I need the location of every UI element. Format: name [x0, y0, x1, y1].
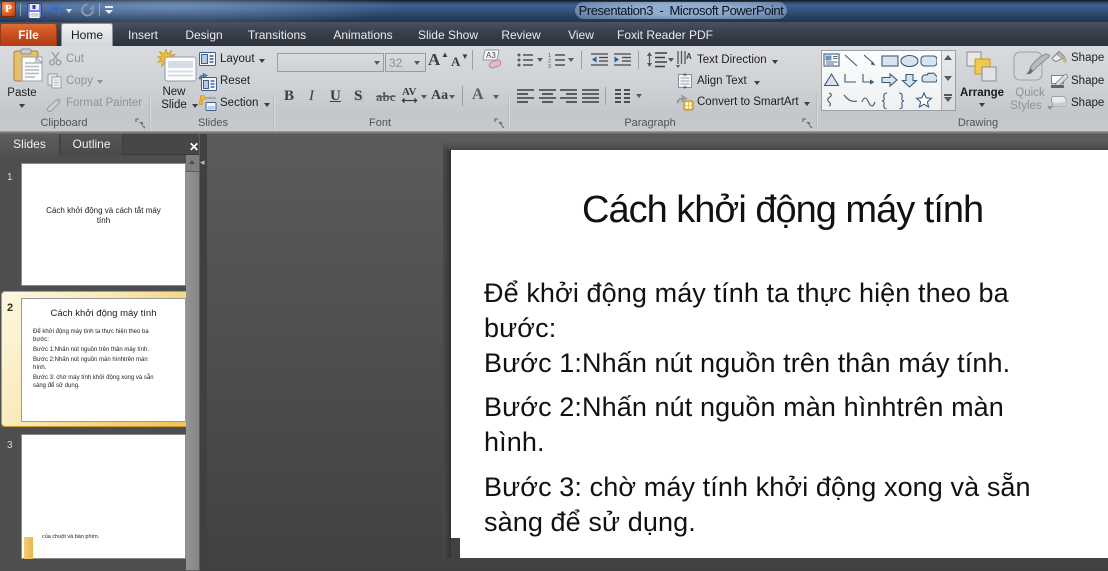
svg-text:3: 3 — [548, 64, 551, 68]
svg-text:A3: A3 — [486, 51, 496, 60]
svg-text:A: A — [686, 52, 692, 61]
